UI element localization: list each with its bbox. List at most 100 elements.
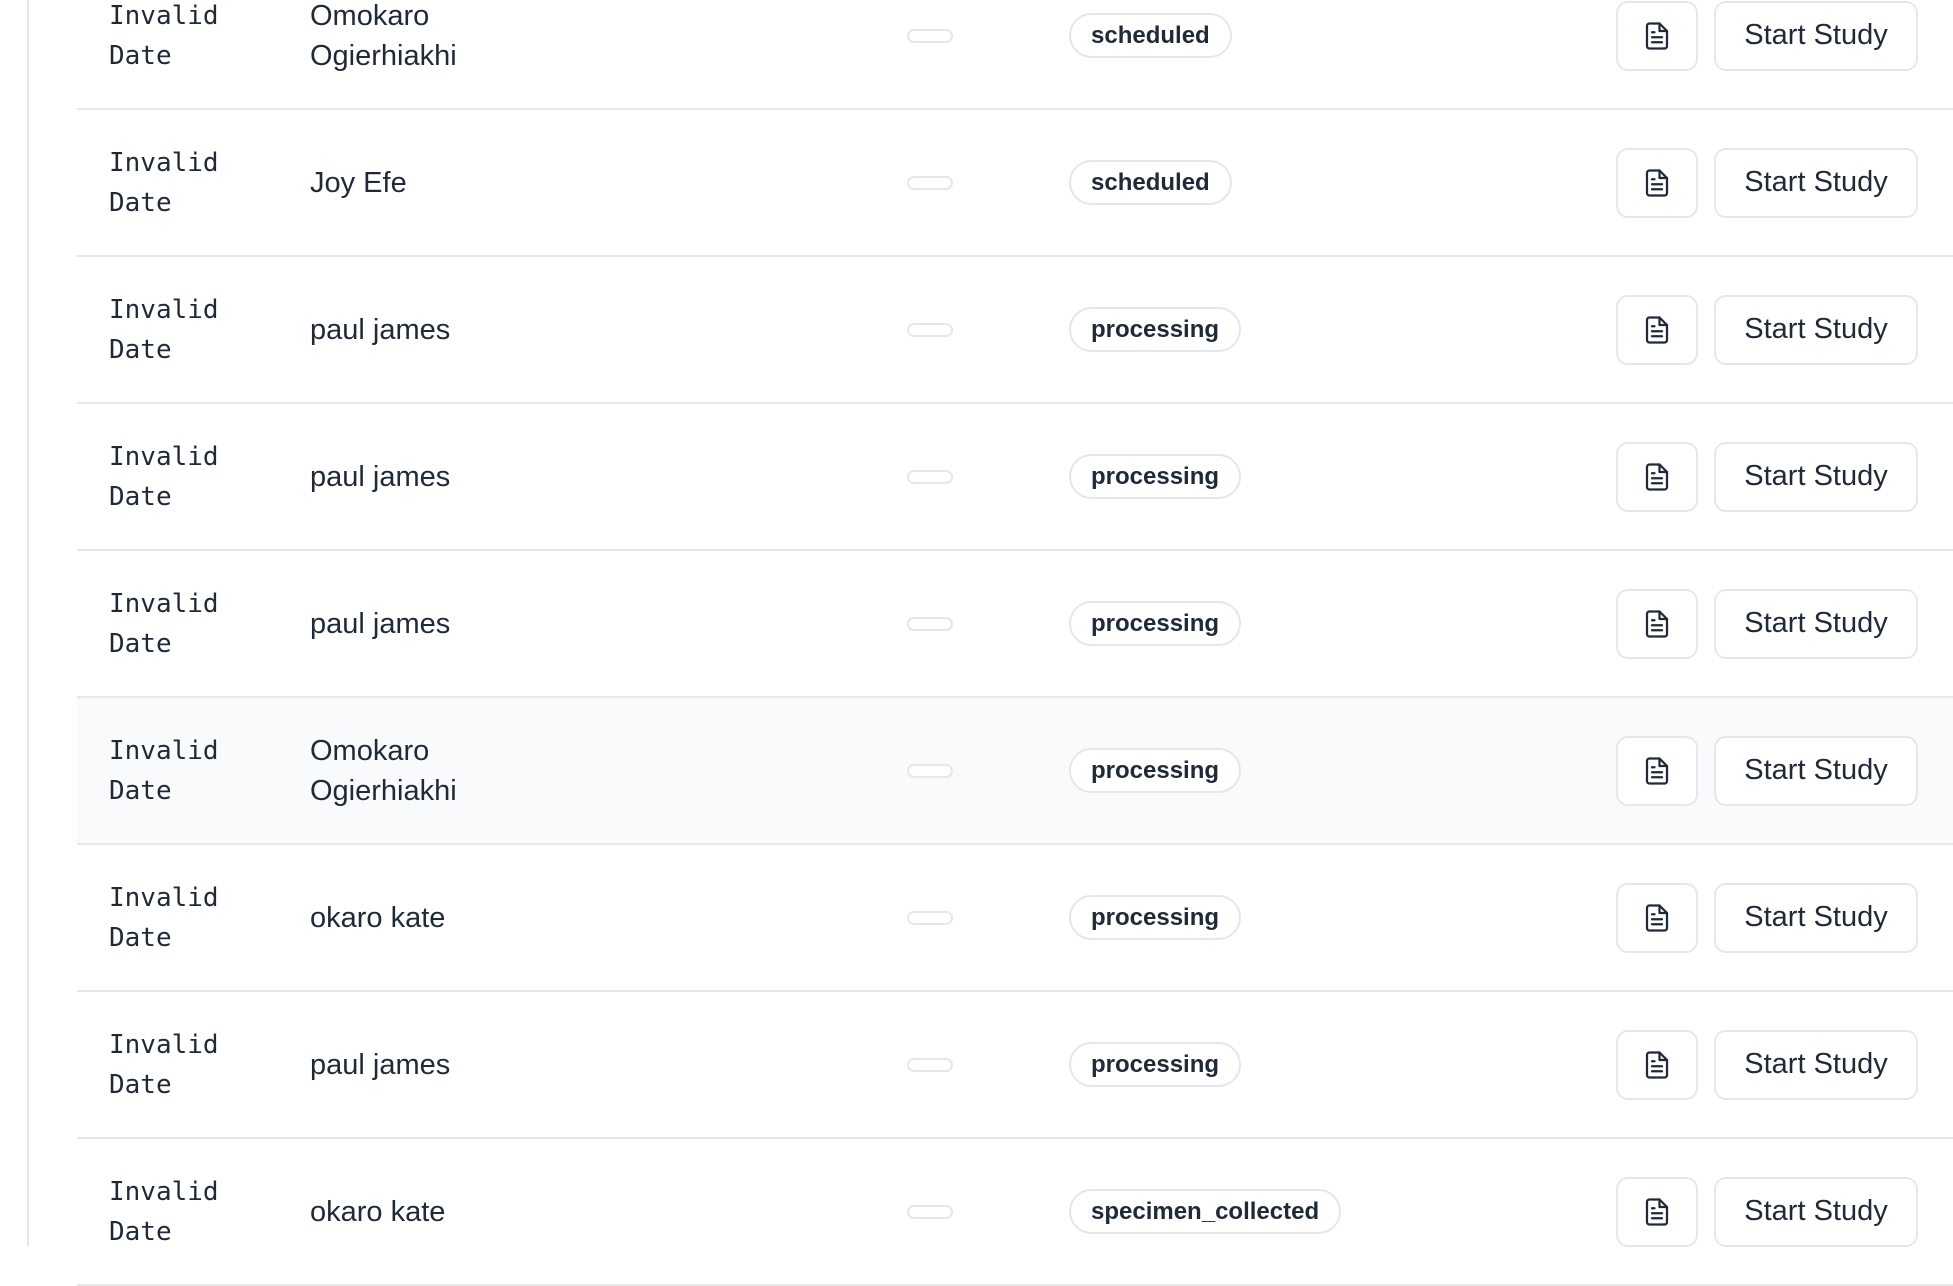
- view-report-button[interactable]: [1616, 441, 1698, 512]
- view-report-button[interactable]: [1616, 0, 1698, 71]
- actions-cell: Start Study: [1616, 404, 1918, 549]
- start-study-button[interactable]: Start Study: [1714, 735, 1918, 806]
- empty-value-cell: [907, 110, 953, 255]
- view-report-button[interactable]: [1616, 147, 1698, 218]
- table-row[interactable]: Invalid Date okaro kate specimen_collect…: [77, 1139, 1953, 1286]
- actions-cell: Start Study: [1616, 257, 1918, 402]
- empty-value-placeholder: [907, 175, 953, 190]
- date-text-line2: Date: [109, 922, 172, 953]
- patient-name-line2: Ogierhiakhi: [310, 774, 457, 807]
- patient-name-line1: okaro kate: [310, 1195, 446, 1228]
- empty-value-placeholder: [907, 763, 953, 778]
- view-report-button[interactable]: [1616, 882, 1698, 953]
- empty-value-cell: [907, 845, 953, 990]
- patient-name-line1: paul james: [310, 1048, 451, 1081]
- empty-value-placeholder: [907, 28, 953, 43]
- empty-value-placeholder: [907, 616, 953, 631]
- patient-name-line1: Joy Efe: [310, 166, 407, 199]
- status-cell: processing: [1069, 404, 1242, 549]
- table-row[interactable]: Invalid Date paul james processing Start…: [77, 992, 1953, 1139]
- empty-value-cell: [907, 1139, 953, 1284]
- empty-value-placeholder: [907, 469, 953, 484]
- patient-name-cell: paul james: [310, 992, 610, 1137]
- empty-value-cell: [907, 698, 953, 843]
- status-badge: specimen_collected: [1069, 1189, 1342, 1234]
- empty-value-cell: [907, 257, 953, 402]
- view-report-button[interactable]: [1616, 294, 1698, 365]
- patient-name-line1: Omokaro: [310, 734, 430, 767]
- patient-name-cell: paul james: [310, 404, 610, 549]
- document-icon: [1645, 315, 1669, 344]
- date-text-line2: Date: [109, 40, 172, 71]
- view-report-button[interactable]: [1616, 1029, 1698, 1100]
- start-study-button[interactable]: Start Study: [1714, 588, 1918, 659]
- table-row[interactable]: Invalid Date Joy Efe scheduled Start Stu…: [77, 110, 1953, 257]
- document-icon: [1645, 756, 1669, 785]
- date-cell: Invalid Date: [109, 992, 269, 1137]
- empty-value-placeholder: [907, 1057, 953, 1072]
- date-text-line2: Date: [109, 334, 172, 365]
- status-badge: processing: [1069, 1042, 1242, 1087]
- date-text-line1: Invalid: [109, 735, 219, 766]
- status-badge: scheduled: [1069, 160, 1232, 205]
- empty-value-placeholder: [907, 1204, 953, 1219]
- date-cell: Invalid Date: [109, 0, 269, 108]
- studies-table: Invalid Date Omokaro Ogierhiakhi schedul…: [77, 0, 1953, 1286]
- date-text-line2: Date: [109, 1069, 172, 1100]
- table-row[interactable]: Invalid Date paul james processing Start…: [77, 551, 1953, 698]
- date-text-line2: Date: [109, 481, 172, 512]
- status-cell: processing: [1069, 698, 1242, 843]
- date-text-line1: Invalid: [109, 0, 219, 31]
- start-study-button[interactable]: Start Study: [1714, 1176, 1918, 1247]
- status-cell: specimen_collected: [1069, 1139, 1342, 1284]
- status-badge: processing: [1069, 601, 1242, 646]
- actions-cell: Start Study: [1616, 551, 1918, 696]
- table-row[interactable]: Invalid Date Omokaro Ogierhiakhi process…: [77, 698, 1953, 845]
- start-study-button[interactable]: Start Study: [1714, 147, 1918, 218]
- content-left-border: [27, 0, 29, 1246]
- date-text-line1: Invalid: [109, 147, 219, 178]
- patient-name-line1: okaro kate: [310, 901, 446, 934]
- document-icon: [1645, 903, 1669, 932]
- status-badge: processing: [1069, 307, 1242, 352]
- date-text-line1: Invalid: [109, 588, 219, 619]
- actions-cell: Start Study: [1616, 992, 1918, 1137]
- view-report-button[interactable]: [1616, 735, 1698, 806]
- start-study-button[interactable]: Start Study: [1714, 882, 1918, 953]
- table-row[interactable]: Invalid Date Omokaro Ogierhiakhi schedul…: [77, 0, 1953, 110]
- patient-name-cell: Omokaro Ogierhiakhi: [310, 0, 610, 108]
- empty-value-cell: [907, 992, 953, 1137]
- date-text-line1: Invalid: [109, 1029, 219, 1060]
- date-text-line1: Invalid: [109, 294, 219, 325]
- view-report-button[interactable]: [1616, 1176, 1698, 1247]
- status-cell: scheduled: [1069, 110, 1232, 255]
- actions-cell: Start Study: [1616, 845, 1918, 990]
- actions-cell: Start Study: [1616, 110, 1918, 255]
- document-icon: [1645, 1050, 1669, 1079]
- start-study-button[interactable]: Start Study: [1714, 0, 1918, 71]
- actions-cell: Start Study: [1616, 698, 1918, 843]
- start-study-button[interactable]: Start Study: [1714, 294, 1918, 365]
- document-icon: [1645, 462, 1669, 491]
- patient-name-line1: paul james: [310, 460, 451, 493]
- table-row[interactable]: Invalid Date okaro kate processing Start…: [77, 845, 1953, 992]
- date-text-line1: Invalid: [109, 1176, 219, 1207]
- status-badge: processing: [1069, 454, 1242, 499]
- status-cell: processing: [1069, 257, 1242, 402]
- patient-name-cell: paul james: [310, 257, 610, 402]
- status-cell: processing: [1069, 992, 1242, 1137]
- empty-value-placeholder: [907, 322, 953, 337]
- status-cell: scheduled: [1069, 0, 1232, 108]
- start-study-button[interactable]: Start Study: [1714, 1029, 1918, 1100]
- document-icon: [1645, 609, 1669, 638]
- table-row[interactable]: Invalid Date paul james processing Start…: [77, 257, 1953, 404]
- table-body: Invalid Date Omokaro Ogierhiakhi schedul…: [77, 0, 1953, 1286]
- start-study-button[interactable]: Start Study: [1714, 441, 1918, 512]
- actions-cell: Start Study: [1616, 0, 1918, 108]
- actions-cell: Start Study: [1616, 1139, 1918, 1284]
- patient-name-line1: paul james: [310, 313, 451, 346]
- table-row[interactable]: Invalid Date paul james processing Start…: [77, 404, 1953, 551]
- date-text-line2: Date: [109, 775, 172, 806]
- view-report-button[interactable]: [1616, 588, 1698, 659]
- date-text-line2: Date: [109, 187, 172, 218]
